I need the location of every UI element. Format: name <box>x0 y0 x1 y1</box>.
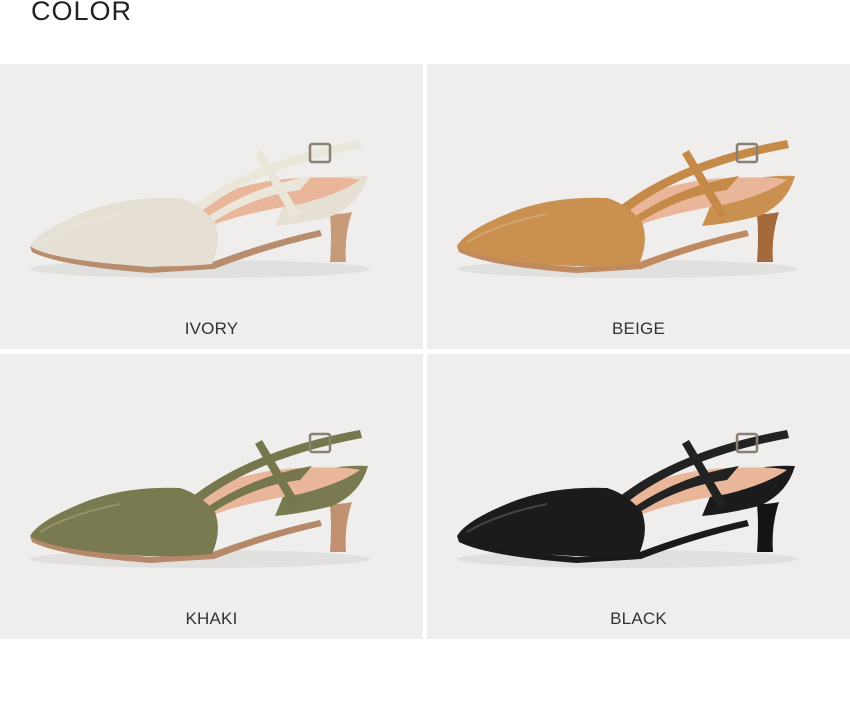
color-grid: IVORY BEIGE KHAKI BLACK <box>0 64 850 639</box>
color-card-khaki[interactable]: KHAKI <box>0 354 423 639</box>
color-label: KHAKI <box>185 609 238 628</box>
shoe-image-ivory <box>30 140 370 278</box>
section-heading: COLOR <box>31 0 133 26</box>
color-label: BEIGE <box>612 319 665 338</box>
color-label: BLACK <box>610 609 667 628</box>
shoe-image-khaki <box>30 430 370 568</box>
color-card-ivory[interactable]: IVORY <box>0 64 423 349</box>
color-card-black[interactable]: BLACK <box>427 354 850 639</box>
shoe-image-beige <box>457 140 797 278</box>
shoe-image-black <box>457 430 797 568</box>
color-label: IVORY <box>184 319 239 338</box>
color-card-beige[interactable]: BEIGE <box>427 64 850 349</box>
